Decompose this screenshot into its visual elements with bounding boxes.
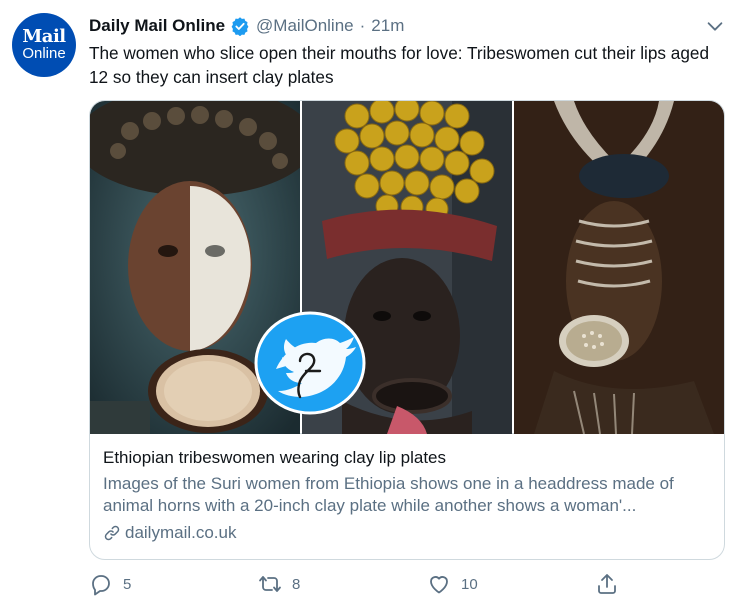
- retweet-button[interactable]: 8: [258, 572, 300, 596]
- tweet-header: Daily Mail Online @MailOnline · 21m: [89, 14, 404, 38]
- verified-badge-icon: [231, 17, 249, 36]
- reply-button[interactable]: 5: [89, 572, 131, 596]
- retweet-count: 8: [292, 575, 301, 593]
- tweet[interactable]: Mail Online Daily Mail Online @MailOnlin…: [0, 0, 747, 613]
- link-card[interactable]: Ethiopian tribeswomen wearing clay lip p…: [89, 100, 725, 560]
- retweet-icon: [259, 576, 281, 592]
- display-name[interactable]: Daily Mail Online: [89, 16, 225, 36]
- share-icon: [598, 574, 616, 594]
- card-domain[interactable]: dailymail.co.uk: [103, 523, 713, 543]
- card-body[interactable]: Ethiopian tribeswomen wearing clay lip p…: [90, 435, 724, 543]
- card-title[interactable]: Ethiopian tribeswomen wearing clay lip p…: [103, 447, 713, 469]
- action-bar: 5 8 10: [89, 572, 729, 602]
- handle[interactable]: @MailOnline: [256, 16, 354, 36]
- tweet-text: The women who slice open their mouths fo…: [89, 43, 710, 87]
- like-count: 10: [461, 575, 478, 593]
- like-icon: [430, 576, 448, 594]
- bird-watermark-icon: [254, 311, 366, 415]
- avatar[interactable]: Mail Online: [12, 13, 76, 77]
- chevron-down-icon[interactable]: [704, 15, 726, 37]
- card-image-3[interactable]: [514, 101, 724, 434]
- card-description: Images of the Suri women from Ethiopia s…: [103, 474, 674, 515]
- card-domain-text: dailymail.co.uk: [125, 523, 237, 542]
- share-button[interactable]: [595, 572, 619, 596]
- avatar-line1: Mail: [22, 26, 66, 47]
- card-media[interactable]: [90, 101, 724, 434]
- header-separator: ·: [359, 16, 366, 35]
- timestamp[interactable]: 21m: [371, 16, 404, 36]
- reply-count: 5: [123, 575, 132, 593]
- like-button[interactable]: 10: [427, 572, 478, 596]
- link-icon: [104, 525, 120, 541]
- avatar-line2: Online: [22, 45, 66, 62]
- reply-icon: [92, 575, 110, 596]
